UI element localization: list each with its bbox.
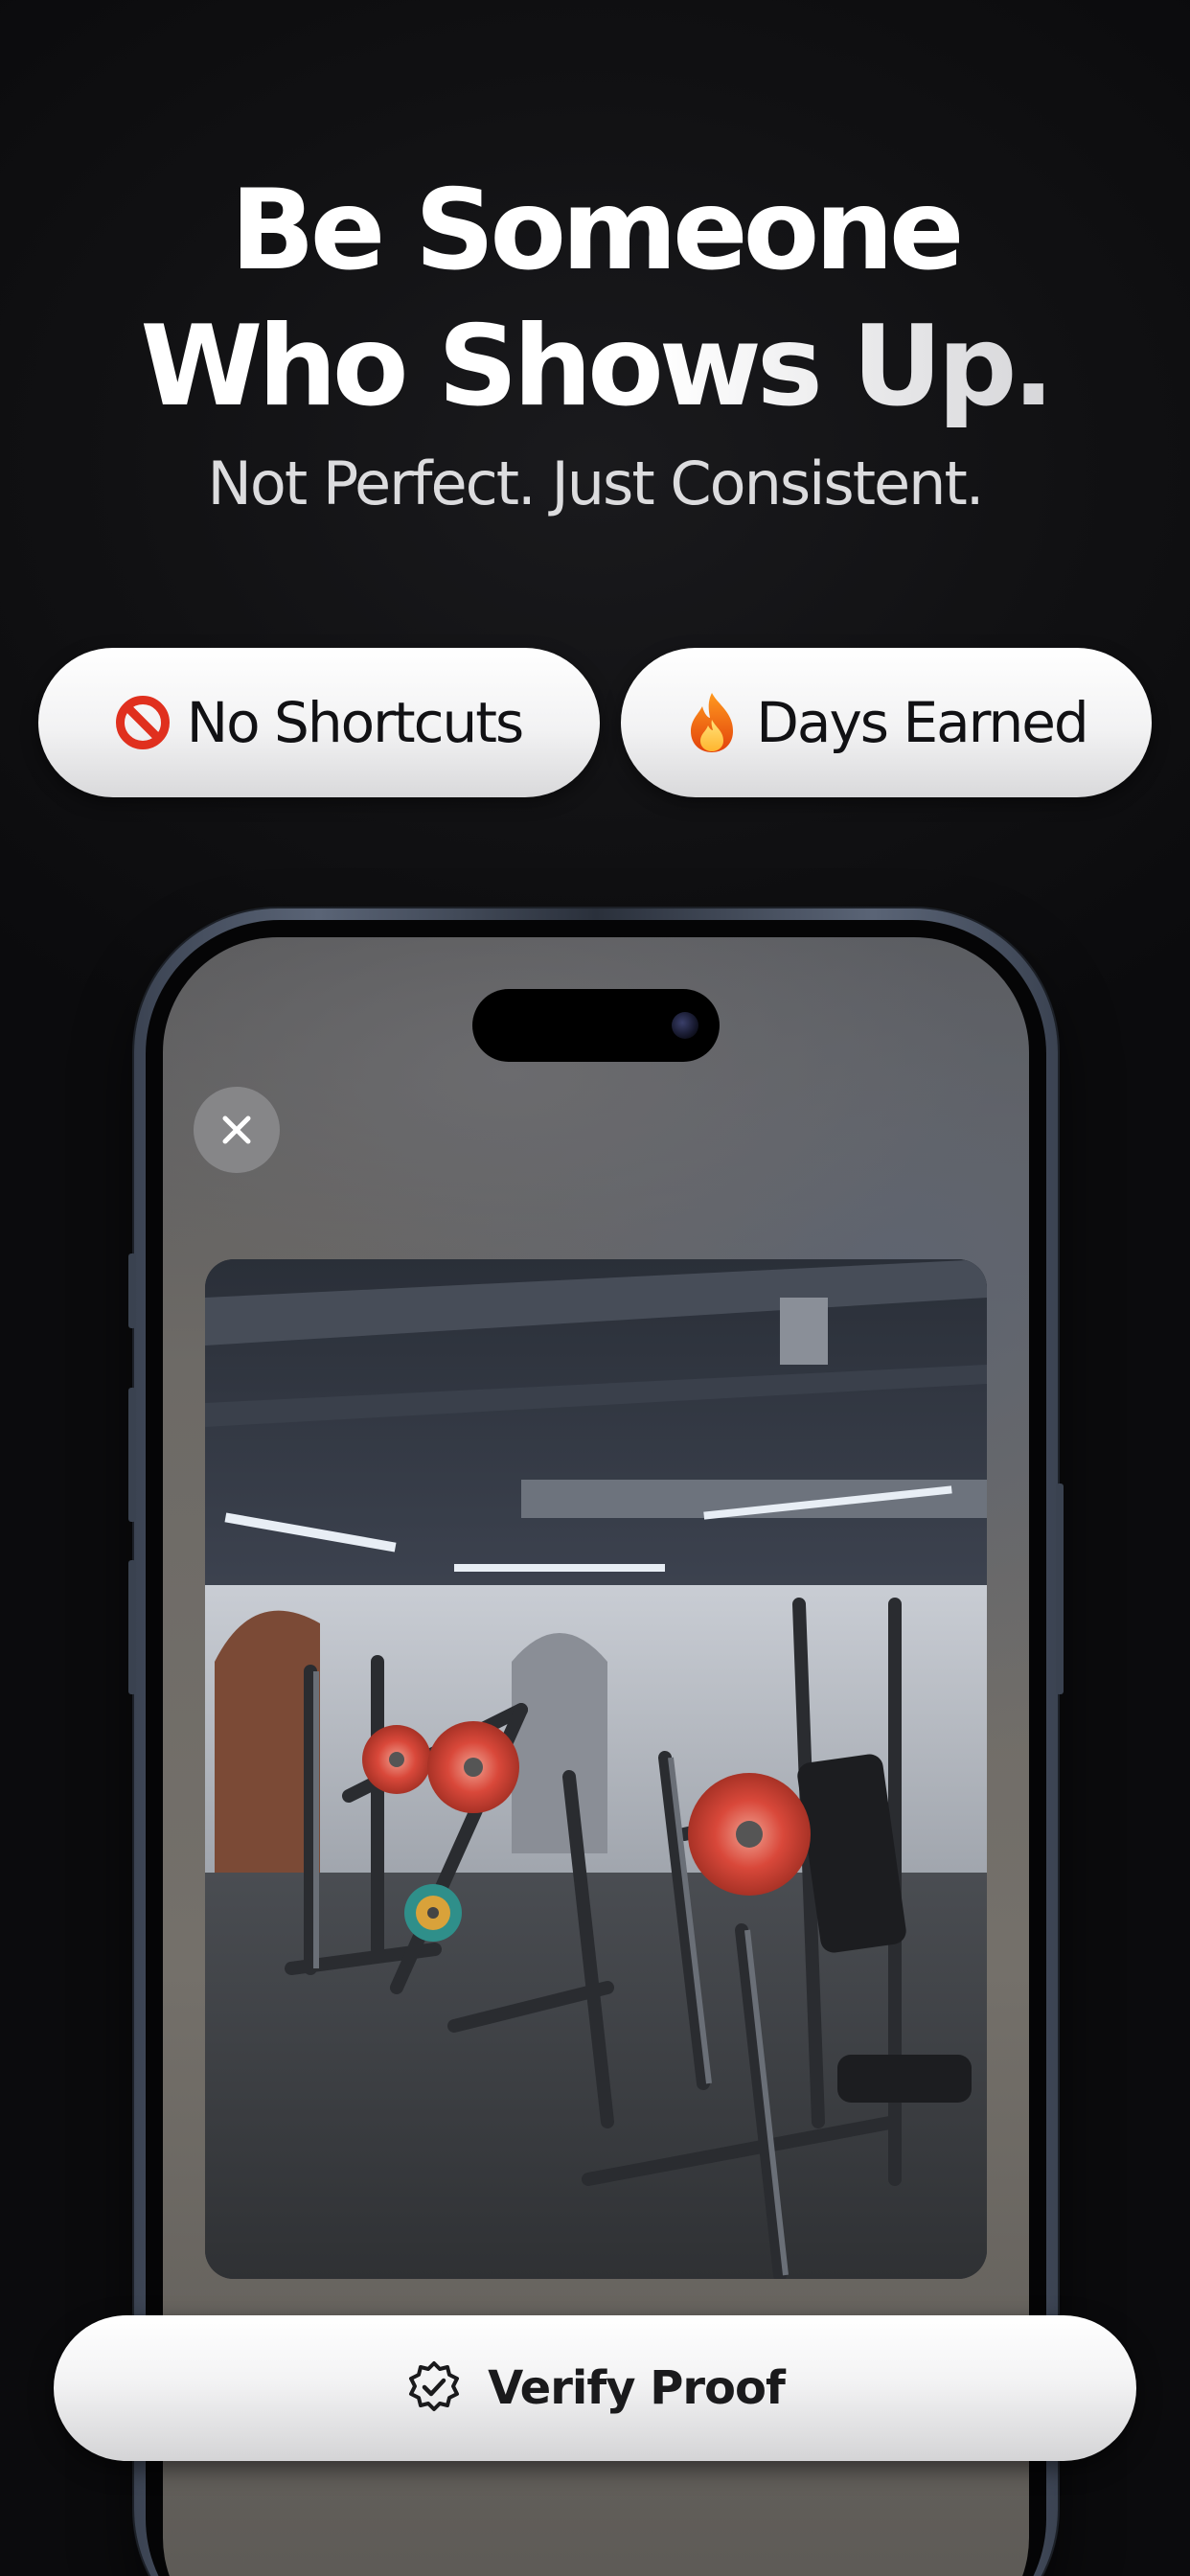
verify-proof-label: Verify Proof bbox=[488, 2361, 786, 2415]
headline-line-1: Be Someone bbox=[230, 166, 964, 295]
verified-badge-icon bbox=[409, 2361, 460, 2411]
gym-illustration bbox=[205, 1259, 987, 2279]
gym-photo bbox=[205, 1259, 987, 2279]
days-earned-label: Days Earned bbox=[756, 690, 1088, 755]
subtitle: Not Perfect. Just Consistent. bbox=[207, 448, 985, 518]
verify-proof-button[interactable]: Verify Proof bbox=[54, 2315, 1136, 2461]
close-icon bbox=[222, 1116, 251, 1144]
close-button[interactable] bbox=[194, 1087, 280, 1173]
no-entry-icon bbox=[115, 696, 170, 749]
dynamic-island bbox=[472, 989, 720, 1062]
phone-volume-up-button bbox=[128, 1388, 136, 1522]
no-shortcuts-pill: No Shortcuts bbox=[38, 648, 600, 797]
phone-action-button bbox=[128, 1254, 136, 1328]
days-earned-pill: Days Earned bbox=[621, 648, 1152, 797]
phone-power-button bbox=[1056, 1484, 1064, 1694]
camera-icon bbox=[672, 1012, 698, 1039]
headline: Be Someone Who Shows Up. bbox=[0, 163, 1190, 435]
headline-line-2: Who Shows Up. bbox=[0, 299, 1190, 435]
fire-icon bbox=[691, 693, 734, 752]
phone-volume-down-button bbox=[128, 1560, 136, 1694]
no-shortcuts-label: No Shortcuts bbox=[186, 690, 525, 755]
